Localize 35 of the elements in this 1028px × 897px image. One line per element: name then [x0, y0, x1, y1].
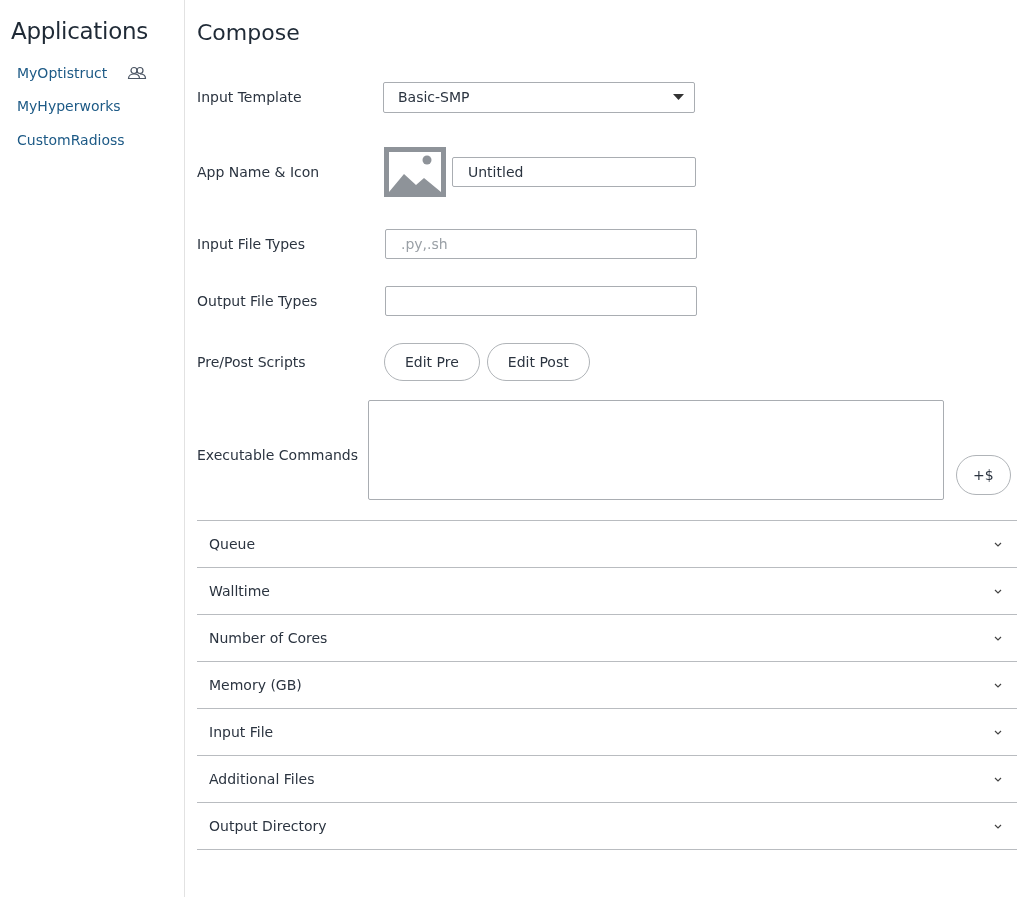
field-label: App Name & Icon: [197, 164, 321, 180]
image-placeholder-icon[interactable]: [384, 147, 446, 197]
section-header[interactable]: Memory (GB): [197, 662, 1017, 708]
sidebar-title: Applications: [11, 18, 149, 44]
section-header[interactable]: Input File: [197, 709, 1017, 755]
file-types-field[interactable]: .py,.sh: [385, 228, 697, 259]
variable-button[interactable]: +$: [956, 455, 1011, 495]
sidebar-item[interactable]: CustomRadioss: [17, 131, 125, 148]
app-name-field[interactable]: Untitled: [452, 157, 696, 187]
field-label: Executable Commands: [197, 447, 360, 463]
chevron-icon: [994, 541, 1002, 547]
field-label: Output File Types: [197, 292, 319, 309]
chevron-icon: [994, 823, 1002, 829]
chevron-icon: [994, 776, 1002, 782]
section-header[interactable]: Queue: [197, 521, 1017, 567]
field-label: Input Template: [197, 89, 303, 105]
sidebar-item[interactable]: MyOptistruct: [17, 64, 108, 81]
field-label: Input File Types: [197, 235, 307, 252]
chevron-icon: [994, 682, 1002, 688]
dropdown-caret-icon: [673, 94, 684, 100]
template-dropdown[interactable]: Basic-SMP: [383, 81, 695, 113]
section-header[interactable]: Number of Cores: [197, 615, 1017, 661]
compose-title: Compose: [197, 20, 301, 45]
file-types-field[interactable]: [385, 285, 697, 316]
chevron-icon: [994, 729, 1002, 735]
sidebar-item[interactable]: MyHyperworks: [17, 98, 121, 115]
section-header[interactable]: Output Directory: [197, 803, 1017, 849]
chevron-icon: [994, 588, 1002, 594]
script-button[interactable]: Edit Pre: [384, 343, 480, 381]
section-header[interactable]: Walltime: [197, 568, 1017, 614]
field-label: Pre/Post Scripts: [197, 354, 307, 370]
commands-field[interactable]: [368, 400, 944, 500]
section-header[interactable]: Additional Files: [197, 756, 1017, 802]
chevron-icon: [994, 635, 1002, 641]
script-button[interactable]: Edit Post: [486, 343, 590, 381]
